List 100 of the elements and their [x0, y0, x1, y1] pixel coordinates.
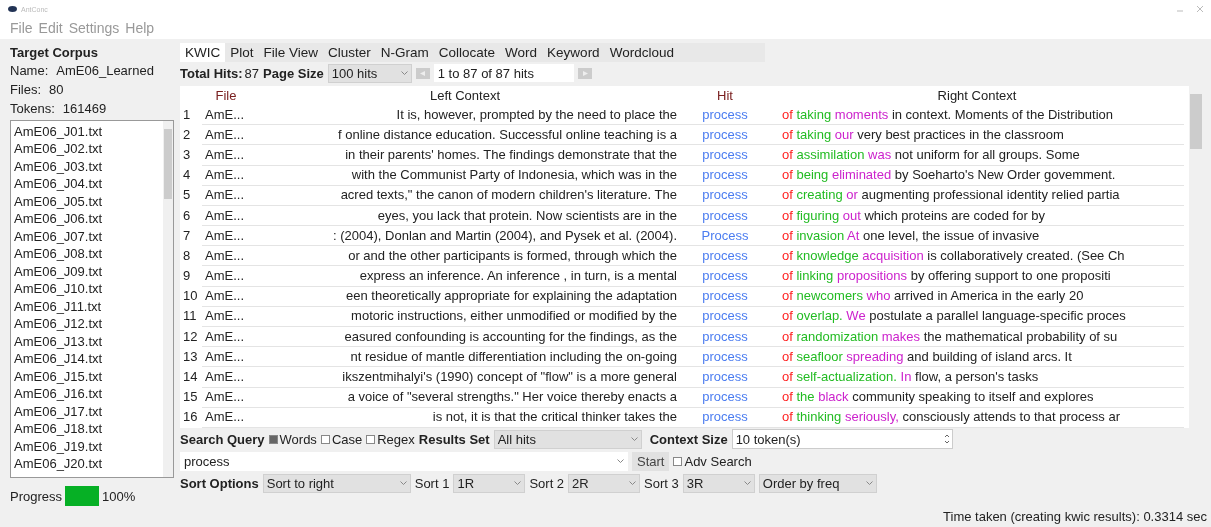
table-cell: of seafloor spreading and building of island arcs. It: [770, 346, 1184, 367]
corpus-file-entry[interactable]: AmE06_J16.txt: [14, 385, 160, 403]
corpus-heading: Target Corpus: [10, 44, 98, 60]
results-set-label: Results Set: [418, 431, 490, 447]
table-cell: AmE...: [202, 346, 250, 367]
table-cell: of randomization makes the mathematical probability of su: [770, 326, 1184, 347]
table-cell: process: [680, 205, 770, 226]
table-cell: process: [680, 306, 770, 327]
corpus-file-entry[interactable]: AmE06_J13.txt: [14, 332, 160, 351]
corpus-file-entry[interactable]: AmE06_J10.txt: [14, 280, 160, 298]
table-cell: acred texts," the canon of modern children's literature. The: [250, 185, 680, 206]
row-number: 11: [180, 306, 202, 327]
table-cell: a voice of "several strengths." Her voice thereby enacts a: [250, 387, 680, 408]
caret-icon: [865, 481, 873, 485]
context-size-field[interactable]: 10 token(s): [731, 429, 953, 449]
table-cell: process: [680, 245, 770, 266]
caret-icon: [630, 437, 638, 441]
table-cell: AmE...: [202, 286, 250, 307]
table-cell: AmE...: [202, 185, 250, 206]
row-number: 9: [180, 266, 202, 287]
corpus-file-entry[interactable]: AmE06_J19.txt: [14, 437, 160, 456]
corpus-file-entry[interactable]: AmE06_J11.txt: [14, 297, 160, 316]
table-cell: of the black community speaking to itself and explores: [770, 387, 1184, 408]
search-field[interactable]: process: [180, 451, 628, 471]
checkbox[interactable]: Regex: [366, 431, 415, 447]
caret-icon: [400, 71, 408, 75]
corpus-file-entry[interactable]: AmE06_J14.txt: [14, 350, 160, 368]
corpus-file-entry[interactable]: AmE06_J20.txt: [14, 455, 160, 473]
column-header: Hit: [716, 86, 734, 105]
checkbox[interactable]: Case: [320, 431, 363, 447]
search-query-label: Search Query: [180, 431, 265, 447]
corpus-file-entry[interactable]: AmE06_J03.txt: [14, 157, 160, 176]
table-cell: AmE...: [202, 266, 250, 287]
corpus-file-entry[interactable]: AmE06_J18.txt: [14, 420, 160, 438]
sort-level-label: Sort 1: [414, 475, 450, 491]
tab[interactable]: KWIC: [180, 43, 226, 62]
table-cell: AmE...: [202, 387, 250, 408]
table-cell: : (2004), Donlan and Martin (2004), and Pysek et al. (2004).: [250, 225, 680, 246]
corpus-file-entry[interactable]: AmE06_J05.txt: [14, 192, 160, 211]
table-cell: is not, it is that the critical thinker takes the: [250, 407, 680, 428]
sort-level-select[interactable]: 2R: [568, 473, 641, 493]
checkbox[interactable]: Adv Search: [673, 453, 752, 469]
start-button[interactable]: Start: [632, 451, 670, 471]
table-cell: process: [680, 407, 770, 428]
close-icon[interactable]: [1197, 6, 1203, 12]
corpus-file-entry[interactable]: AmE06_J12.txt: [14, 315, 160, 333]
table-cell: AmE...: [202, 366, 250, 388]
page-size-select[interactable]: 100 hits: [327, 63, 412, 83]
caret-icon: [629, 481, 637, 485]
left-arrow-icon: [419, 70, 426, 76]
status-text: Time taken (creating kwic results): 0.3314 sec: [943, 509, 1207, 524]
tokens-count: 161469: [62, 100, 107, 116]
table-cell: AmE...: [202, 407, 250, 428]
table-cell: of creating or augmenting professional identity relied partia: [770, 185, 1184, 206]
tokens-label: Tokens:: [10, 100, 55, 116]
scrollbar[interactable]: [163, 120, 173, 477]
column-header: Left Context: [428, 86, 502, 105]
checkbox[interactable]: Words: [268, 431, 317, 447]
table-cell: of taking moments in context. Moments of the Distribution: [770, 105, 1184, 125]
table-cell: of figuring out which proteins are coded for by: [770, 205, 1184, 226]
corpus-file-entry[interactable]: AmE06_J07.txt: [14, 227, 160, 246]
table-cell: AmE...: [202, 105, 250, 125]
corpus-file-entry[interactable]: AmE06_J09.txt: [14, 262, 160, 281]
next-button[interactable]: [577, 67, 592, 79]
table-cell: of being eliminated by Soeharto's New Order govemment.: [770, 165, 1184, 186]
table-cell: It is, however, prompted by the need to place the: [250, 105, 680, 125]
sort-level-select[interactable]: 1R: [453, 473, 526, 493]
caret-icon: [399, 481, 407, 485]
sort-level-label: Sort 2: [529, 475, 565, 491]
table-cell: of overlap. We postulate a parallel language-specific proces: [770, 306, 1184, 327]
order-select[interactable]: Order by freq: [758, 473, 877, 493]
previous-button[interactable]: [415, 67, 430, 79]
results-select[interactable]: All hits: [493, 429, 642, 449]
table-cell: ikszentmihalyi's (1990) concept of "flow" is a more general: [250, 366, 680, 388]
corpus-file-entry[interactable]: AmE06_J04.txt: [14, 175, 160, 193]
page-size-label: Page Size: [263, 65, 324, 81]
sort-level-select[interactable]: 3R: [682, 473, 755, 493]
row-number: 2: [180, 124, 202, 145]
corpus-file-entry[interactable]: AmE06_J08.txt: [14, 245, 160, 263]
table-cell: Process: [680, 225, 770, 246]
progress-reading: 100%: [102, 488, 136, 504]
table-cell: or and the other participants is formed, through which the: [250, 245, 680, 266]
row-number: 15: [180, 387, 202, 408]
corpus-file-entry[interactable]: AmE06_J02.txt: [14, 140, 160, 158]
corpus-file-entry[interactable]: AmE06_J01.txt: [14, 122, 160, 141]
table-cell: of thinking seriously, consciously attends to that process ar: [770, 407, 1184, 428]
table-cell: eyes, you lack that protein. Now scientists are in the: [250, 205, 680, 226]
corpus-file-entry[interactable]: AmE06_J15.txt: [14, 367, 160, 386]
table-cell: process: [680, 326, 770, 347]
table-cell: of newcomers who arrived in America in the early 20: [770, 286, 1184, 307]
corpus-file-entry[interactable]: AmE06_J17.txt: [14, 402, 160, 421]
table-cell: process: [680, 366, 770, 388]
table-cell: with the Communist Party of Indonesia, which was in the: [250, 165, 680, 186]
total-hits-label: Total Hits:: [180, 65, 243, 81]
corpus-file-entry[interactable]: AmE06_J06.txt: [14, 210, 160, 228]
row-number: 14: [180, 366, 202, 388]
sort-select[interactable]: Sort to right: [262, 473, 411, 493]
table-cell: AmE...: [202, 326, 250, 347]
table-cell: motoric instructions, either unmodified or modified by the: [250, 306, 680, 327]
sort-level-label: Sort 3: [644, 475, 679, 491]
